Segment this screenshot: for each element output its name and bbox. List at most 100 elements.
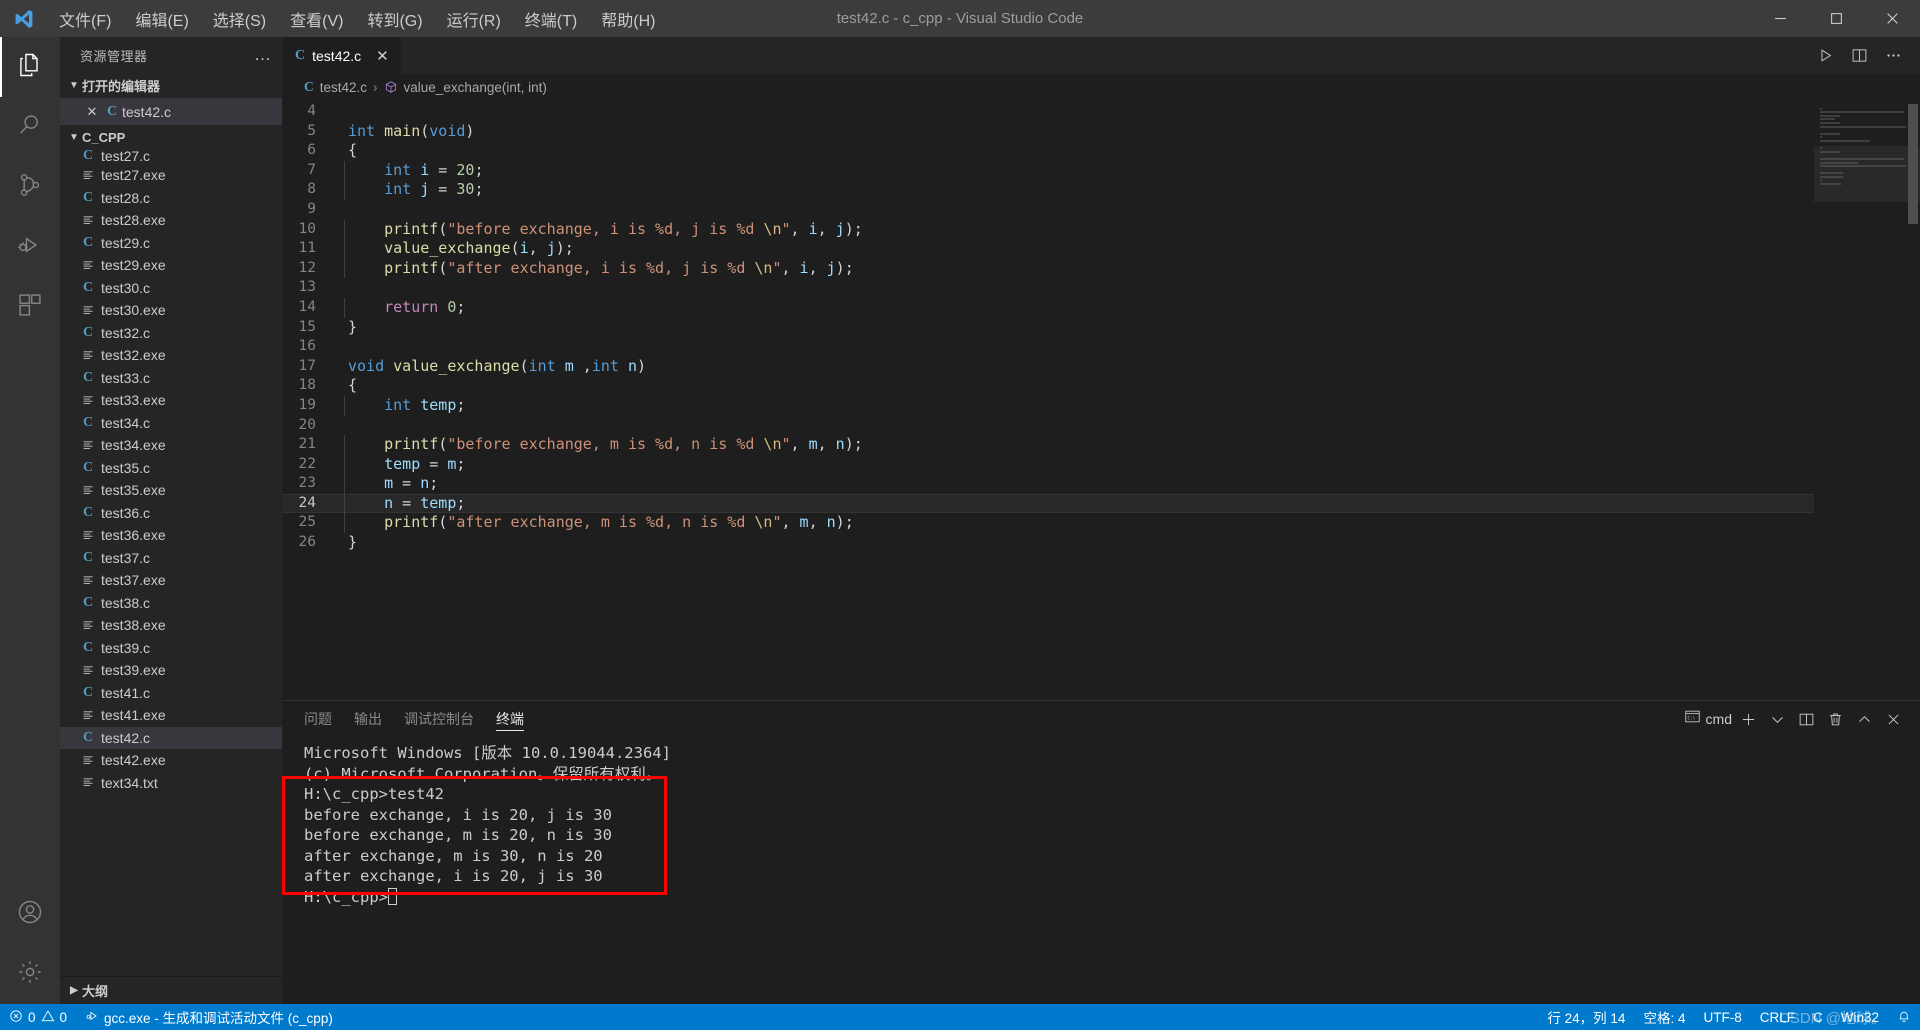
more-actions-button[interactable] — [1878, 41, 1908, 71]
code-line[interactable]: 13 — [282, 278, 1814, 298]
tree-item[interactable]: Ctest32.c — [60, 322, 282, 345]
activity-extensions[interactable] — [0, 277, 60, 337]
menu-help[interactable]: 帮助(H) — [590, 3, 666, 35]
tree-item[interactable]: test39.exe — [60, 659, 282, 682]
terminal-dropdown-button[interactable] — [1764, 705, 1790, 733]
tree-item[interactable]: Ctest33.c — [60, 367, 282, 390]
tree-item[interactable]: Ctest34.c — [60, 412, 282, 435]
tree-item[interactable]: Ctest37.c — [60, 547, 282, 570]
code-content[interactable]: 4 5 int main(void) 6{7 int i = 20; 8 int j =… — [282, 100, 1814, 700]
close-icon[interactable]: ✕ — [376, 47, 389, 65]
tree-item[interactable]: test42.exe — [60, 749, 282, 772]
explorer-more-icon[interactable]: … — [254, 45, 272, 65]
tree-item[interactable]: test27.exe — [60, 164, 282, 187]
activity-accounts[interactable] — [0, 884, 60, 944]
tree-item[interactable]: test28.exe — [60, 209, 282, 232]
code-line[interactable]: 26} — [282, 533, 1814, 553]
run-code-button[interactable] — [1810, 41, 1840, 71]
close-button[interactable] — [1864, 0, 1920, 37]
code-line[interactable]: 11 value_exchange(i, j); — [282, 239, 1814, 259]
code-line[interactable]: 24 n = temp; — [282, 493, 1814, 514]
status-language-mode[interactable]: C — [1804, 1010, 1832, 1025]
minimap[interactable] — [1814, 100, 1920, 700]
status-encoding[interactable]: UTF-8 — [1694, 1010, 1750, 1025]
menu-run[interactable]: 运行(R) — [436, 3, 512, 35]
status-problems[interactable]: 0 0 — [0, 1004, 76, 1030]
code-line[interactable]: 18 { — [282, 376, 1814, 396]
minimize-button[interactable] — [1752, 0, 1808, 37]
tree-item[interactable]: Ctest28.c — [60, 187, 282, 210]
maximize-panel-button[interactable] — [1851, 705, 1877, 733]
tree-item[interactable]: test38.exe — [60, 614, 282, 637]
tab-problems[interactable]: 问题 — [304, 701, 332, 737]
split-terminal-button[interactable] — [1793, 705, 1819, 733]
menu-view[interactable]: 查看(V) — [279, 3, 354, 35]
new-terminal-button[interactable] — [1735, 705, 1761, 733]
maximize-button[interactable] — [1808, 0, 1864, 37]
open-editors-section-header[interactable]: ▼ 打开的编辑器 — [60, 73, 282, 98]
status-indentation[interactable]: 空格: 4 — [1634, 1007, 1694, 1027]
status-build-task[interactable]: gcc.exe - 生成和调试活动文件 (c_cpp) — [76, 1004, 342, 1030]
tree-item[interactable]: test35.exe — [60, 479, 282, 502]
code-line[interactable]: 16 — [282, 337, 1814, 357]
tree-item[interactable]: test37.exe — [60, 569, 282, 592]
status-eol[interactable]: CRLF — [1751, 1010, 1804, 1025]
folder-section-header[interactable]: ▼ C_CPP — [60, 125, 282, 150]
code-line[interactable]: 5 int main(void) — [282, 122, 1814, 142]
close-icon[interactable]: ✕ — [82, 104, 102, 120]
minimap-slider[interactable] — [1814, 146, 1920, 202]
menu-file[interactable]: 文件(F) — [48, 3, 122, 35]
status-notifications[interactable] — [1888, 1009, 1920, 1026]
status-cursor-position[interactable]: 行 24，列 14 — [1538, 1007, 1634, 1027]
tree-item[interactable]: Ctest36.c — [60, 502, 282, 525]
breadcrumb[interactable]: C test42.c › value_exchange(int, int) — [282, 74, 1920, 100]
code-line[interactable]: 20 — [282, 416, 1814, 436]
tree-item[interactable]: test41.exe — [60, 704, 282, 727]
tree-item[interactable]: Ctest30.c — [60, 277, 282, 300]
tree-item[interactable]: test36.exe — [60, 524, 282, 547]
code-line[interactable]: 12 printf("after exchange, i is %d, j is… — [282, 258, 1814, 279]
tree-item[interactable]: test29.exe — [60, 254, 282, 277]
tree-item[interactable]: Ctest38.c — [60, 592, 282, 615]
menu-terminal[interactable]: 终端(T) — [514, 3, 588, 35]
code-line[interactable]: 17 void value_exchange(int m ,int n) — [282, 357, 1814, 377]
open-editor-item[interactable]: ✕ C test42.c — [60, 98, 282, 125]
menu-selection[interactable]: 选择(S) — [202, 3, 277, 35]
code-line[interactable]: 15} — [282, 318, 1814, 338]
tree-item[interactable]: text34.txt — [60, 772, 282, 795]
code-line[interactable]: 7 int i = 20; — [282, 160, 1814, 181]
menu-go[interactable]: 转到(G) — [356, 3, 433, 35]
terminal-shell-selector[interactable]: C:\ cmd — [1684, 705, 1732, 733]
scrollbar-thumb[interactable] — [1908, 104, 1918, 224]
outline-section-header[interactable]: ▶ 大纲 — [60, 976, 282, 1004]
breadcrumb-file[interactable]: test42.c — [320, 80, 367, 95]
tree-item[interactable]: test30.exe — [60, 299, 282, 322]
tree-item[interactable]: Ctest41.c — [60, 682, 282, 705]
status-platform[interactable]: Win32 — [1832, 1010, 1888, 1025]
kill-terminal-button[interactable] — [1822, 705, 1848, 733]
tree-item[interactable]: test33.exe — [60, 389, 282, 412]
tab-output[interactable]: 输出 — [354, 701, 382, 737]
code-line[interactable]: 25 printf("after exchange, m is %d, n is… — [282, 513, 1814, 534]
tree-item[interactable]: Ctest29.c — [60, 232, 282, 255]
breadcrumb-symbol[interactable]: value_exchange(int, int) — [404, 80, 547, 95]
activity-explorer[interactable] — [0, 37, 60, 97]
close-panel-button[interactable] — [1880, 705, 1906, 733]
activity-search[interactable] — [0, 97, 60, 157]
code-line[interactable]: 8 int j = 30; — [282, 180, 1814, 200]
terminal-output[interactable]: Microsoft Windows [版本 10.0.19044.2364] (c… — [282, 737, 1920, 1004]
code-line[interactable]: 19 int temp; — [282, 395, 1814, 416]
code-line[interactable]: 4 — [282, 102, 1814, 122]
code-line[interactable]: 14 return 0; — [282, 297, 1814, 318]
activity-source-control[interactable] — [0, 157, 60, 217]
tree-item[interactable]: Ctest42.c — [60, 726, 282, 749]
editor-scrollbar[interactable] — [1906, 100, 1920, 700]
code-line[interactable]: 6{ — [282, 141, 1814, 161]
tree-item[interactable]: Ctest27.c — [60, 150, 282, 164]
tab-terminal[interactable]: 终端 — [496, 701, 524, 737]
code-line[interactable]: 23 m = n; — [282, 474, 1814, 494]
code-line[interactable]: 22 temp = m; — [282, 454, 1814, 475]
tab-test42-c[interactable]: C test42.c ✕ — [282, 37, 402, 74]
code-line[interactable]: 21 printf("before exchange, m is %d, n i… — [282, 435, 1814, 455]
menu-edit[interactable]: 编辑(E) — [124, 3, 199, 35]
